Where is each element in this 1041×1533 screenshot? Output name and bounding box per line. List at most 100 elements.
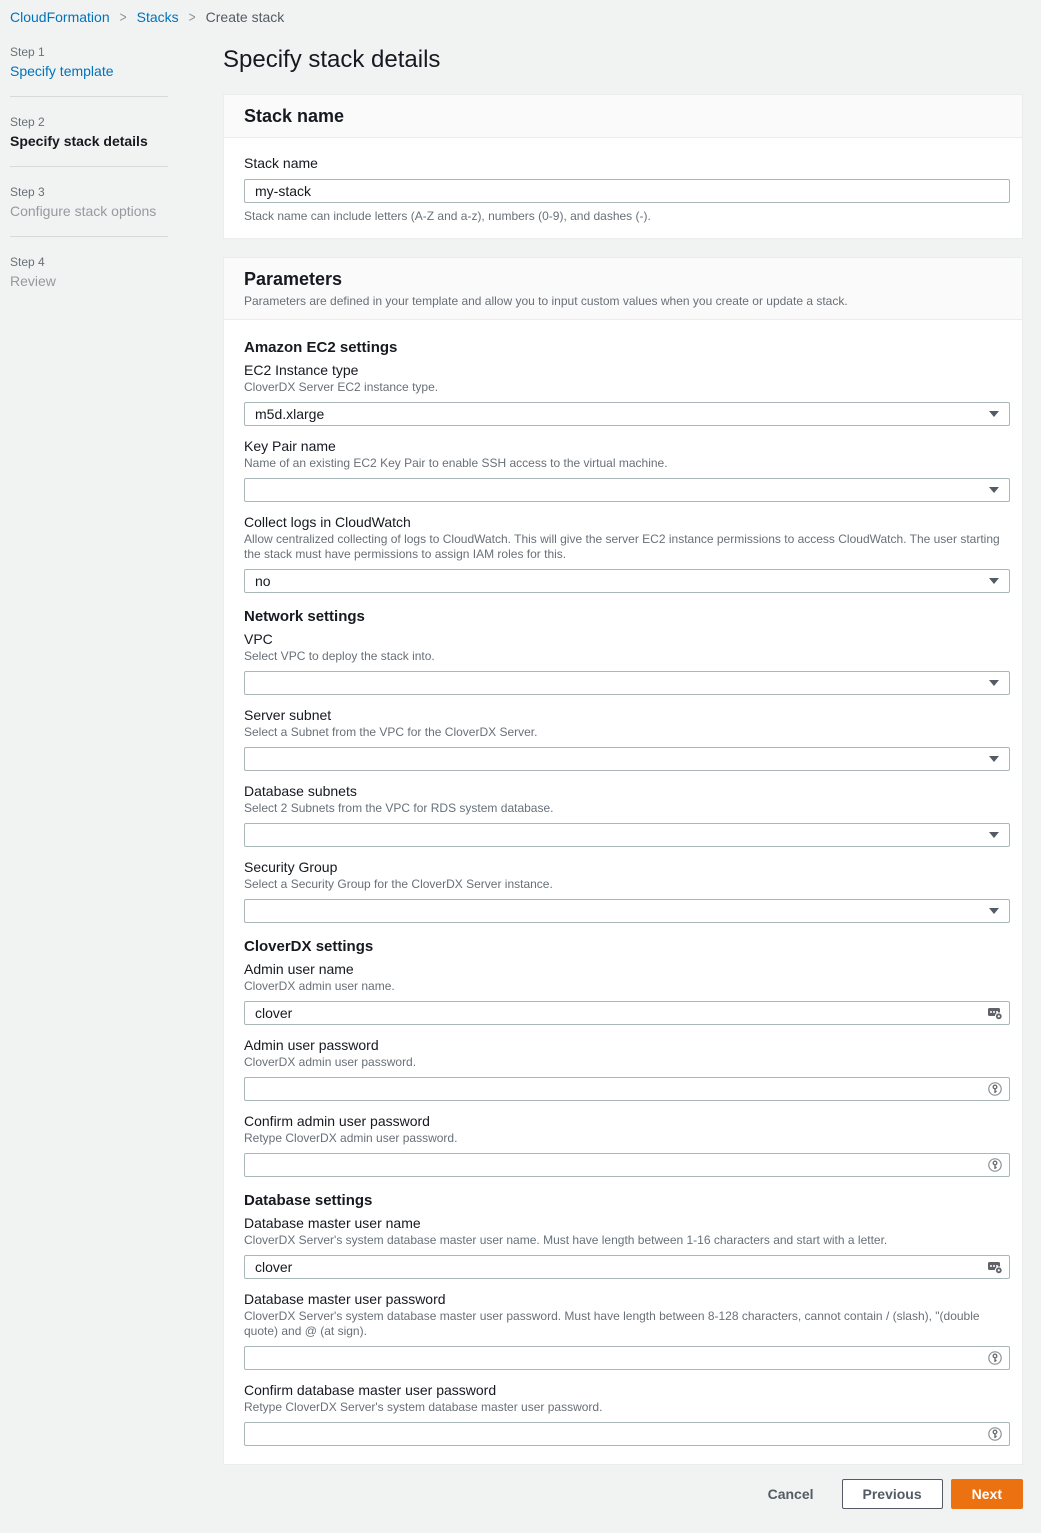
- section-title-cloverdx-settings: CloverDX settings: [244, 937, 1002, 956]
- password-key-icon[interactable]: [987, 1350, 1003, 1366]
- stack-name-card-title: Stack name: [244, 105, 1002, 127]
- field-hint: Retype CloverDX Server's system database…: [244, 1400, 1002, 1415]
- steps-sidebar: Step 1 Specify template Step 2 Specify s…: [0, 29, 223, 291]
- collect-logs-cloudwatch-select[interactable]: no: [244, 569, 1010, 593]
- admin-user-password-input[interactable]: [244, 1077, 1010, 1101]
- field-hint: Allow centralized collecting of logs to …: [244, 532, 1002, 562]
- step-divider: [10, 166, 168, 167]
- field-vpc: VPC Select VPC to deploy the stack into.: [244, 630, 1002, 695]
- previous-button[interactable]: Previous: [842, 1479, 943, 1509]
- field-hint: Select 2 Subnets from the VPC for RDS sy…: [244, 801, 1002, 816]
- breadcrumb: CloudFormation > Stacks > Create stack: [0, 0, 1041, 29]
- field-hint: Stack name can include letters (A-Z and …: [244, 209, 1002, 224]
- stack-name-card: Stack name Stack name Stack name can inc…: [223, 94, 1023, 239]
- control-row: m5d.xlarge: [244, 402, 1010, 426]
- database-master-user-name-input[interactable]: [244, 1255, 1010, 1279]
- field-security-group: Security Group Select a Security Group f…: [244, 858, 1002, 923]
- cancel-button[interactable]: Cancel: [758, 1480, 824, 1508]
- field-hint: CloverDX Server's system database master…: [244, 1233, 1002, 1248]
- parameters-card: Parameters Parameters are defined in you…: [223, 257, 1023, 1465]
- page-title: Specify stack details: [223, 45, 1023, 75]
- breadcrumb-separator-icon: >: [118, 9, 129, 26]
- security-group-select[interactable]: [244, 899, 1010, 923]
- field-key-pair-name: Key Pair name Name of an existing EC2 Ke…: [244, 437, 1002, 502]
- control-row: [244, 747, 1010, 771]
- breadcrumb-separator-icon: >: [187, 9, 198, 26]
- sidebar-item-specify-template[interactable]: Specify template: [10, 61, 223, 81]
- autofill-icon[interactable]: [987, 1005, 1003, 1021]
- control-row: [244, 1346, 1010, 1370]
- next-button[interactable]: Next: [951, 1479, 1023, 1509]
- control-row: [244, 671, 1010, 695]
- confirm-database-master-user-password-input[interactable]: [244, 1422, 1010, 1446]
- field-hint: Select a Security Group for the CloverDX…: [244, 877, 1002, 892]
- field-label: Server subnet: [244, 706, 1002, 724]
- section-title-database-settings: Database settings: [244, 1191, 1002, 1210]
- field-stack-name: Stack name Stack name can include letter…: [244, 154, 1002, 224]
- select-value: no: [255, 570, 989, 592]
- chevron-down-icon: [989, 680, 999, 686]
- page-layout: Step 1 Specify template Step 2 Specify s…: [0, 29, 1041, 1533]
- field-label: Key Pair name: [244, 437, 1002, 455]
- field-label: Stack name: [244, 154, 1002, 172]
- control-row: [244, 478, 1010, 502]
- admin-user-name-input[interactable]: [244, 1001, 1010, 1025]
- field-hint: Select VPC to deploy the stack into.: [244, 649, 1002, 664]
- ec2-instance-type-select[interactable]: m5d.xlarge: [244, 402, 1010, 426]
- field-hint: Name of an existing EC2 Key Pair to enab…: [244, 456, 1002, 471]
- field-label: Security Group: [244, 858, 1002, 876]
- chevron-down-icon: [989, 411, 999, 417]
- stack-name-card-body: Stack name Stack name can include letter…: [224, 138, 1022, 238]
- field-hint: CloverDX Server EC2 instance type.: [244, 380, 1002, 395]
- field-label: Database master user password: [244, 1290, 1002, 1308]
- field-hint: CloverDX Server's system database master…: [244, 1309, 1002, 1339]
- password-key-icon[interactable]: [987, 1081, 1003, 1097]
- step-number: Step 2: [10, 113, 223, 131]
- autofill-icon[interactable]: [987, 1259, 1003, 1275]
- control-row: [244, 1077, 1010, 1101]
- step-3: Step 3 Configure stack options: [10, 181, 223, 221]
- confirm-admin-user-password-input[interactable]: [244, 1153, 1010, 1177]
- server-subnet-select[interactable]: [244, 747, 1010, 771]
- vpc-select[interactable]: [244, 671, 1010, 695]
- field-admin-user-password: Admin user password CloverDX admin user …: [244, 1036, 1002, 1101]
- password-key-icon[interactable]: [987, 1426, 1003, 1442]
- stack-name-input[interactable]: [244, 179, 1010, 203]
- field-database-master-user-name: Database master user name CloverDX Serve…: [244, 1214, 1002, 1279]
- chevron-down-icon: [989, 832, 999, 838]
- breadcrumb-stacks-link[interactable]: Stacks: [137, 9, 179, 25]
- step-number: Step 4: [10, 253, 223, 271]
- password-key-icon[interactable]: [987, 1157, 1003, 1173]
- database-subnets-select[interactable]: [244, 823, 1010, 847]
- chevron-down-icon: [989, 908, 999, 914]
- main-content: Specify stack details Stack name Stack n…: [223, 29, 1023, 1533]
- field-label: Confirm admin user password: [244, 1112, 1002, 1130]
- parameters-card-header: Parameters Parameters are defined in you…: [224, 258, 1022, 320]
- field-label: Database master user name: [244, 1214, 1002, 1232]
- section-title-amazon-ec2-settings: Amazon EC2 settings: [244, 338, 1002, 357]
- parameters-card-body: Amazon EC2 settings EC2 Instance type Cl…: [224, 320, 1022, 1464]
- field-label: EC2 Instance type: [244, 361, 1002, 379]
- step-number: Step 1: [10, 43, 223, 61]
- field-label: Collect logs in CloudWatch: [244, 513, 1002, 531]
- step-1: Step 1 Specify template: [10, 41, 223, 81]
- chevron-down-icon: [989, 578, 999, 584]
- field-label: VPC: [244, 630, 1002, 648]
- section-title-network-settings: Network settings: [244, 607, 1002, 626]
- database-master-user-password-input[interactable]: [244, 1346, 1010, 1370]
- chevron-down-icon: [989, 756, 999, 762]
- select-value: m5d.xlarge: [255, 403, 989, 425]
- field-hint: CloverDX admin user name.: [244, 979, 1002, 994]
- breadcrumb-cloudformation-link[interactable]: CloudFormation: [10, 9, 110, 25]
- control-row: [244, 899, 1010, 923]
- parameters-card-description: Parameters are defined in your template …: [244, 293, 1002, 309]
- key-pair-name-select[interactable]: [244, 478, 1010, 502]
- step-4: Step 4 Review: [10, 251, 223, 291]
- field-label: Confirm database master user password: [244, 1381, 1002, 1399]
- field-server-subnet: Server subnet Select a Subnet from the V…: [244, 706, 1002, 771]
- field-hint: CloverDX admin user password.: [244, 1055, 1002, 1070]
- field-confirm-database-master-user-password: Confirm database master user password Re…: [244, 1381, 1002, 1446]
- step-divider: [10, 236, 168, 237]
- control-row: [244, 1255, 1010, 1279]
- control-row: no: [244, 569, 1010, 593]
